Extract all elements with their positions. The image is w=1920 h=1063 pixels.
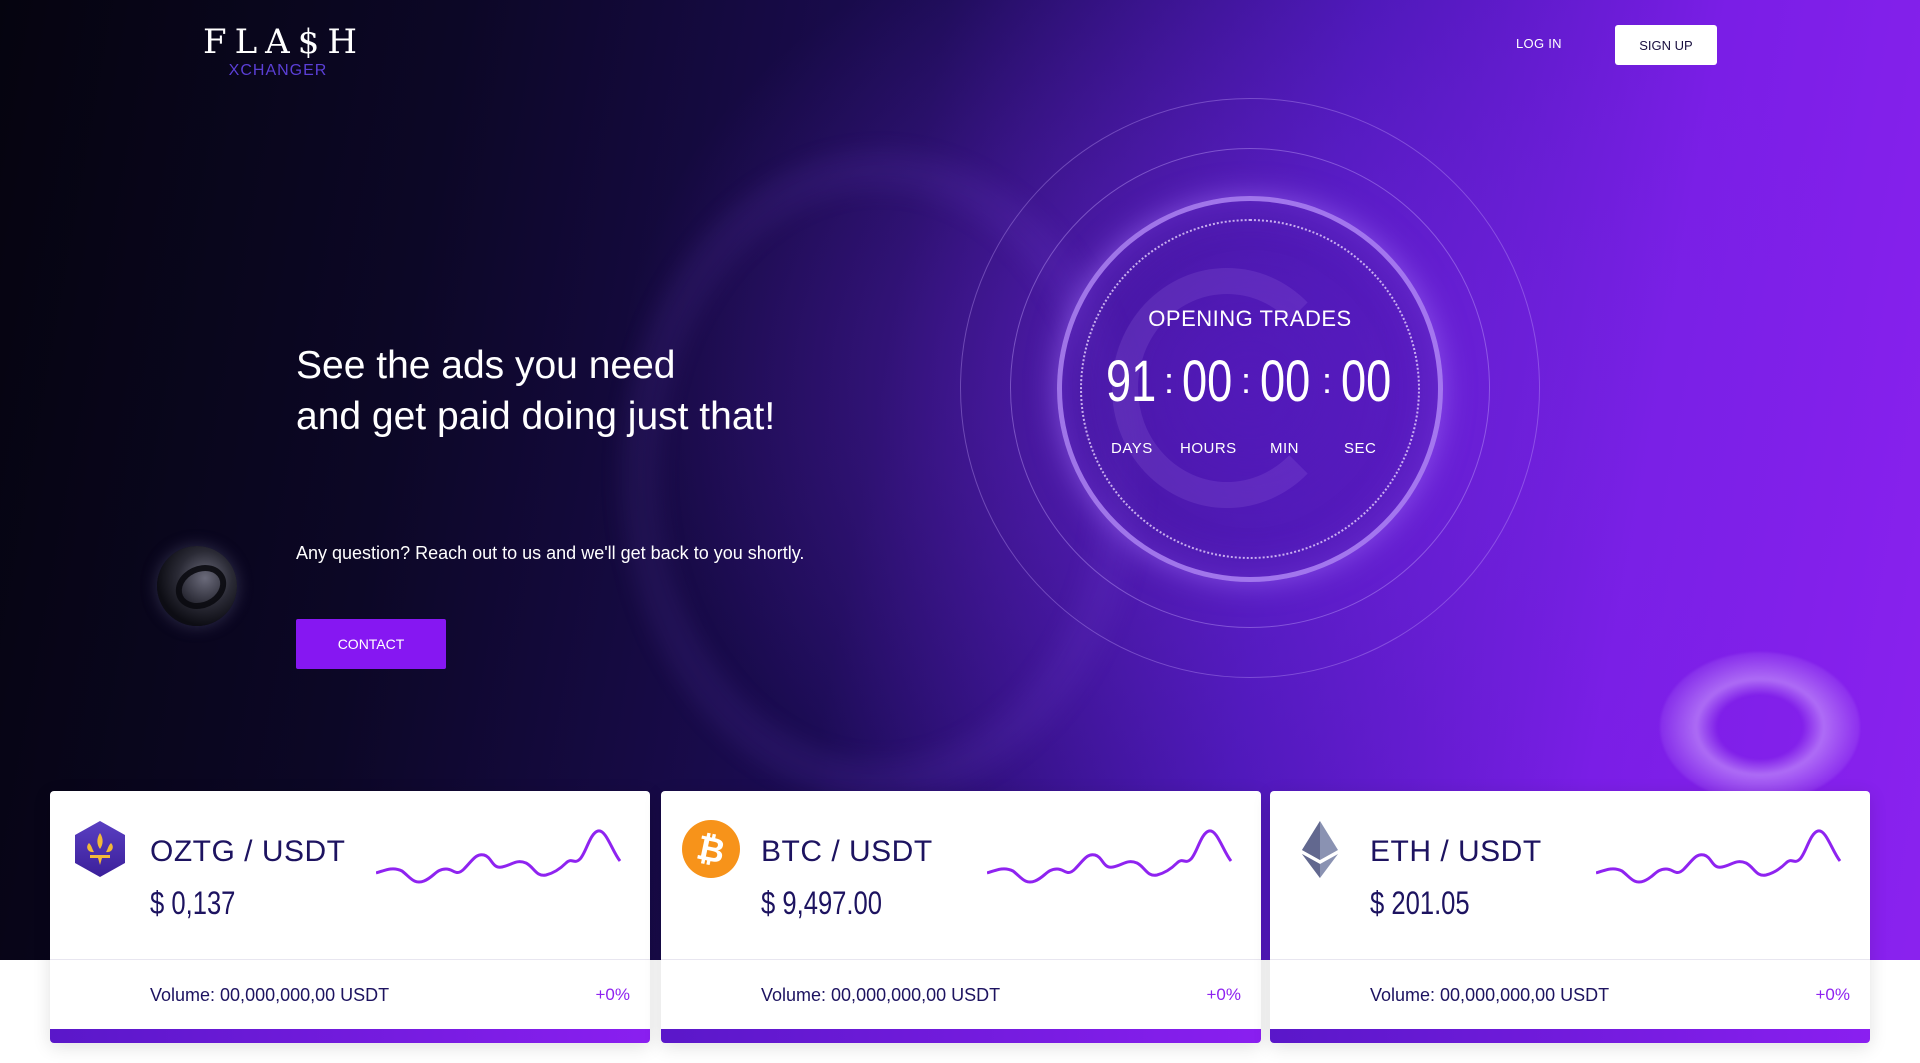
- countdown-hours: 00: [1182, 349, 1233, 414]
- headline-line-1: See the ads you need: [296, 344, 676, 387]
- card-price: $ 9,497.00: [761, 885, 882, 921]
- market-card-btc[interactable]: ₿ BTC / USDT $ 9,497.00 Volume: 00,000,0…: [661, 791, 1261, 1043]
- card-change: +0%: [595, 985, 631, 1004]
- card-volume: Volume: 00,000,000,00 USDT: [1370, 985, 1610, 1005]
- logo-subtitle: XCHANGER: [228, 62, 328, 79]
- hero-headline: See the ads you need and get paid doing …: [296, 340, 775, 442]
- card-accent-bar: [1270, 1029, 1870, 1043]
- countdown-separator: :: [1322, 360, 1333, 401]
- market-card-oztg[interactable]: OZTG / USDT $ 0,137 Volume: 00,000,000,0…: [50, 791, 650, 1043]
- card-pair: BTC / USDT: [761, 835, 933, 868]
- countdown-timer: 91 : 00 : 00 : 00: [1098, 352, 1402, 412]
- decorative-orb-left: [157, 546, 237, 626]
- countdown-separator: :: [1241, 360, 1252, 401]
- countdown-title: OPENING TRADES: [1148, 306, 1352, 331]
- price-sparkline: [987, 829, 1233, 884]
- countdown-label-days: DAYS: [1111, 440, 1153, 457]
- countdown-label-hours: HOURS: [1180, 440, 1237, 457]
- card-accent-bar: [50, 1029, 650, 1043]
- price-sparkline: [1596, 829, 1842, 884]
- card-pair: OZTG / USDT: [150, 835, 346, 868]
- card-change: +0%: [1206, 985, 1242, 1004]
- card-divider: [661, 959, 1261, 960]
- card-divider: [50, 959, 650, 960]
- card-price: $ 0,137: [150, 885, 236, 921]
- countdown-seconds: 00: [1341, 349, 1392, 414]
- card-pair: ETH / USDT: [1370, 835, 1542, 868]
- decorative-orb-right: [1660, 652, 1860, 802]
- countdown-days: 91: [1106, 349, 1157, 414]
- logo-wordmark: FLA$H: [203, 22, 366, 62]
- price-sparkline: [376, 829, 622, 884]
- market-card-eth[interactable]: ETH / USDT $ 201.05 Volume: 00,000,000,0…: [1270, 791, 1870, 1043]
- countdown-minutes: 00: [1260, 349, 1311, 414]
- card-volume: Volume: 00,000,000,00 USDT: [150, 985, 390, 1005]
- countdown-label-min: MIN: [1270, 440, 1299, 457]
- card-price: $ 201.05: [1370, 885, 1470, 921]
- countdown-separator: :: [1164, 360, 1175, 401]
- oztg-icon: [75, 821, 125, 877]
- bitcoin-icon: ₿: [682, 820, 740, 878]
- headline-line-2: and get paid doing just that!: [296, 395, 776, 438]
- ethereum-icon: [1302, 821, 1338, 878]
- contact-button[interactable]: CONTACT: [296, 619, 446, 669]
- card-volume: Volume: 00,000,000,00 USDT: [761, 985, 1001, 1005]
- card-divider: [1270, 959, 1870, 960]
- signup-button[interactable]: SIGN UP: [1615, 25, 1717, 65]
- card-change: +0%: [1815, 985, 1851, 1004]
- hero-subtext: Any question? Reach out to us and we'll …: [296, 543, 805, 563]
- card-accent-bar: [661, 1029, 1261, 1043]
- countdown-label-sec: SEC: [1344, 440, 1377, 457]
- brand-logo[interactable]: FLA$H XCHANGER: [203, 22, 366, 80]
- login-link[interactable]: LOG IN: [1516, 36, 1562, 51]
